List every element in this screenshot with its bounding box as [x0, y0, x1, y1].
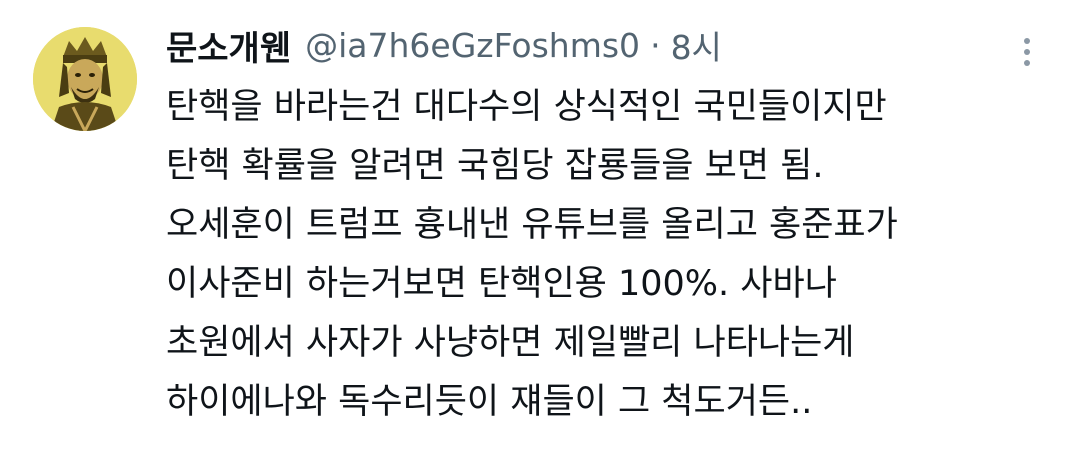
tweet-text-line: 초원에서 사자가 사냥하면 제일빨리 나타나는게: [166, 323, 855, 363]
tweet-card[interactable]: 문소개웬 @ia7h6eGzFoshms0 · 8시 탄핵을 바라는건 대다수의…: [0, 0, 1080, 457]
tweet-text-line: 하이에나와 독수리듯이 쟤들이 그 척도거든..: [166, 382, 813, 422]
tweet-text-line: 오세훈이 트럼프 흉내낸 유튜브를 올리고 홍준표가: [166, 205, 898, 245]
more-options-button[interactable]: [1012, 30, 1042, 70]
user-handle[interactable]: @ia7h6eGzFoshms0: [305, 26, 640, 65]
display-name[interactable]: 문소개웬: [166, 21, 291, 70]
portrait-avatar-icon: [33, 27, 137, 131]
avatar[interactable]: [33, 27, 137, 131]
timestamp[interactable]: 8시: [671, 21, 722, 69]
separator-dot: ·: [650, 25, 661, 65]
tweet-text-line: 탄핵을 바라는건 대다수의 상식적인 국민들이지만: [166, 87, 887, 127]
tweet-header: 문소개웬 @ia7h6eGzFoshms0 · 8시: [166, 20, 722, 70]
tweet-text-line: 탄핵 확률을 알려면 국힘당 잡룡들을 보면 됨.: [166, 146, 824, 186]
tweet-text: 탄핵을 바라는건 대다수의 상식적인 국민들이지만 탄핵 확률을 알려면 국힘당…: [166, 78, 1066, 432]
tweet-text-line: 이사준비 하는거보면 탄핵인용 100%. 사바나: [166, 264, 837, 304]
